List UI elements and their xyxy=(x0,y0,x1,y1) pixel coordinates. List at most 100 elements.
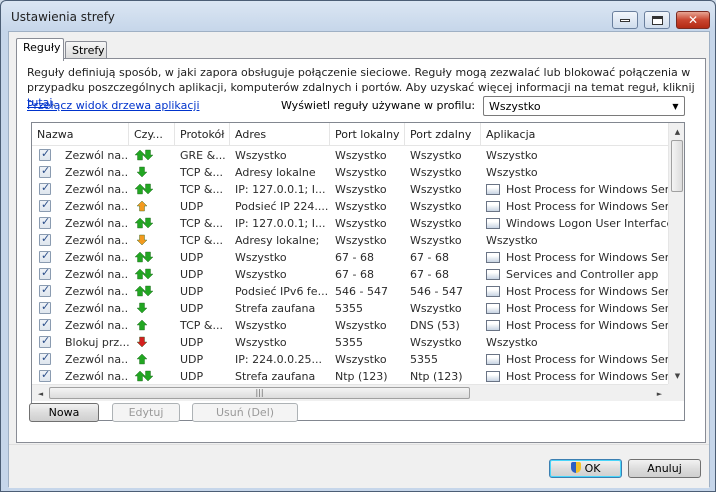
title-bar[interactable]: Ustawienia strefy ✕ xyxy=(1,1,715,31)
rule-enabled-checkbox[interactable] xyxy=(39,317,51,331)
rule-direction-icon xyxy=(129,266,175,283)
table-header: Nazwa Czy... Protokół Adres Port lokalny… xyxy=(32,123,668,146)
rule-protocol: TCP &... xyxy=(180,217,223,230)
table-row[interactable]: Zezwól na... TCP &... Wszystko Wszystko DNS … xyxy=(32,317,668,334)
rule-address: Wszystko xyxy=(235,251,287,264)
rule-remote-port: Wszystko xyxy=(410,234,462,247)
rule-application-cell: Wszystko xyxy=(481,164,668,181)
table-row[interactable]: Blokuj prz... UDP Wszystko 5355 Wszystko Wszy… xyxy=(32,334,668,351)
rule-address-cell: IP: 127.0.0.1; I... xyxy=(230,215,330,232)
table-row[interactable]: Zezwól na... UDP Wszystko 67 - 68 67 - 68 Ser… xyxy=(32,266,668,283)
column-header-local-port[interactable]: Port lokalny xyxy=(330,123,405,146)
table-row[interactable]: Zezwól na... UDP Podsieć IP 224.... Wszystk… xyxy=(32,198,668,215)
rule-remote-port: DNS (53) xyxy=(410,319,460,332)
rule-application: Host Process for Windows Service xyxy=(506,251,668,264)
direction-arrow-icon xyxy=(134,251,154,263)
rules-panel: Reguły definiują sposób, w jaki zapora o… xyxy=(16,58,706,443)
rule-protocol: UDP xyxy=(180,302,204,315)
rule-name: Zezwól na... xyxy=(65,217,129,230)
profile-label: Wyświetl reguły używane w profilu: xyxy=(281,99,476,112)
table-row[interactable]: Zezwól na... UDP Strefa zaufana Ntp (123) Nt… xyxy=(32,368,668,384)
new-rule-button[interactable]: Nowa xyxy=(29,403,99,422)
rule-enabled-checkbox[interactable] xyxy=(39,215,51,229)
table-row[interactable]: Zezwól na... UDP Wszystko 67 - 68 67 - 68 Hos… xyxy=(32,249,668,266)
column-header-direction[interactable]: Czy... xyxy=(129,123,175,146)
rule-enabled-checkbox[interactable] xyxy=(39,198,51,212)
minimize-button[interactable] xyxy=(612,11,638,29)
rule-name-cell: Zezwól na... xyxy=(32,164,129,181)
column-header-name[interactable]: Nazwa xyxy=(32,123,129,146)
description-text: Reguły definiują sposób, w jaki zapora o… xyxy=(27,66,695,94)
rule-address: Adresy lokalne xyxy=(235,166,316,179)
rule-protocol: UDP xyxy=(180,370,204,383)
rule-address: Wszystko xyxy=(235,336,287,349)
rule-local-port-cell: 546 - 547 xyxy=(330,283,405,300)
table-row[interactable]: Zezwól na... UDP IP: 224.0.0.25... Wszystko… xyxy=(32,351,668,368)
scroll-right-icon[interactable]: ► xyxy=(651,385,668,402)
vertical-scrollbar[interactable]: ▲ ▼ xyxy=(668,123,684,384)
table-row[interactable]: Zezwól na... GRE &... Wszystko Wszystko Wszy… xyxy=(32,147,668,164)
vertical-scroll-thumb[interactable] xyxy=(671,140,683,192)
rule-enabled-checkbox[interactable] xyxy=(39,368,51,382)
rule-enabled-checkbox[interactable] xyxy=(39,283,51,297)
direction-arrow-icon xyxy=(136,336,148,348)
rule-remote-port-cell: Ntp (123) xyxy=(405,368,481,384)
ok-button[interactable]: OK xyxy=(549,459,622,478)
rule-name-cell: Zezwól na... xyxy=(32,232,129,249)
rule-remote-port-cell: DNS (53) xyxy=(405,317,481,334)
rule-application-cell: Host Process for Windows Service xyxy=(481,249,668,266)
rule-enabled-checkbox[interactable] xyxy=(39,164,51,178)
table-row[interactable]: Zezwól na... UDP Podsieć IPv6 fe... 546 - 5… xyxy=(32,283,668,300)
rule-direction-icon xyxy=(129,215,175,232)
maximize-button[interactable] xyxy=(644,11,670,29)
horizontal-scroll-thumb[interactable]: ||| xyxy=(49,387,470,399)
edit-rule-button[interactable]: Edytuj xyxy=(112,403,180,422)
application-window-icon xyxy=(486,218,500,229)
column-header-application[interactable]: Aplikacja xyxy=(481,123,668,146)
table-row[interactable]: Zezwól na... TCP &... Adresy lokalne; Wszys… xyxy=(32,232,668,249)
rule-address-cell: Podsieć IPv6 fe... xyxy=(230,283,330,300)
rule-address: Wszystko xyxy=(235,319,287,332)
rule-protocol: UDP xyxy=(180,336,204,349)
tab-zones[interactable]: Strefy xyxy=(65,41,107,58)
rule-enabled-checkbox[interactable] xyxy=(39,232,51,246)
rule-application: Host Process for Windows Service xyxy=(506,285,668,298)
table-row[interactable]: Zezwól na... TCP &... IP: 127.0.0.1; I... W… xyxy=(32,215,668,232)
scroll-up-icon[interactable]: ▲ xyxy=(669,123,684,140)
rule-enabled-checkbox[interactable] xyxy=(39,266,51,280)
table-row[interactable]: Zezwól na... UDP Strefa zaufana 5355 Wszystk… xyxy=(32,300,668,317)
rule-application-cell: Wszystko xyxy=(481,232,668,249)
scroll-down-icon[interactable]: ▼ xyxy=(669,367,684,384)
rule-protocol-cell: TCP &... xyxy=(175,317,230,334)
direction-arrow-icon xyxy=(134,268,154,280)
column-header-remote-port[interactable]: Port zdalny xyxy=(405,123,481,146)
rule-address: IP: 127.0.0.1; I... xyxy=(235,183,326,196)
rule-enabled-checkbox[interactable] xyxy=(39,249,51,263)
rule-address: Strefa zaufana xyxy=(235,302,316,315)
rule-name: Zezwól na... xyxy=(65,166,129,179)
rule-enabled-checkbox[interactable] xyxy=(39,334,51,348)
profile-select[interactable]: Wszystko ▼ xyxy=(483,96,685,116)
rule-local-port-cell: Wszystko xyxy=(330,164,405,181)
rule-enabled-checkbox[interactable] xyxy=(39,147,51,161)
rule-enabled-checkbox[interactable] xyxy=(39,181,51,195)
rule-application: Wszystko xyxy=(486,336,538,349)
scroll-left-icon[interactable]: ◄ xyxy=(32,385,49,402)
delete-rule-button[interactable]: Usuń (Del) xyxy=(192,403,298,422)
rule-enabled-checkbox[interactable] xyxy=(39,300,51,314)
rule-address: Strefa zaufana xyxy=(235,370,316,383)
column-header-protocol[interactable]: Protokół xyxy=(175,123,230,146)
rule-direction-icon xyxy=(129,334,175,351)
tab-rules[interactable]: Reguły xyxy=(16,38,64,61)
rule-enabled-checkbox[interactable] xyxy=(39,351,51,365)
table-row[interactable]: Zezwól na... TCP &... IP: 127.0.0.1; I... W… xyxy=(32,181,668,198)
toggle-app-tree-link[interactable]: Przełącz widok drzewa aplikacji xyxy=(27,99,200,112)
column-header-address[interactable]: Adres xyxy=(230,123,330,146)
horizontal-scrollbar[interactable]: ◄ ||| ► xyxy=(32,384,668,401)
table-row[interactable]: Zezwól na... TCP &... Adresy lokalne Wszyst… xyxy=(32,164,668,181)
rule-application: Host Process for Windows Service xyxy=(506,302,668,315)
rule-application-cell: Host Process for Windows Service xyxy=(481,181,668,198)
close-button[interactable]: ✕ xyxy=(676,11,710,29)
cancel-button[interactable]: Anuluj xyxy=(628,459,701,478)
rule-address: Adresy lokalne; xyxy=(235,234,320,247)
